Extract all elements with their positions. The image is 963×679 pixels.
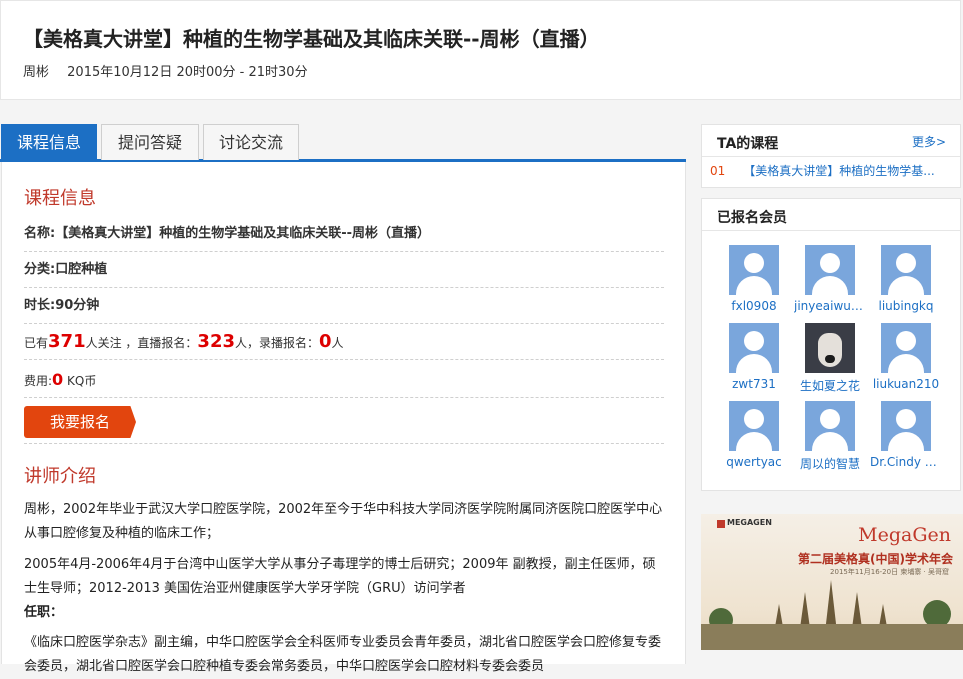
- banner-logo: MEGAGEN: [727, 518, 772, 527]
- teacher-intro-para-2: 2005年4月-2006年4月于台湾中山医学大学从事分子毒理学的博士后研究；20…: [24, 557, 656, 596]
- member-item[interactable]: 生如夏之花: [794, 323, 866, 394]
- member-item[interactable]: Dr.Cindy w...: [870, 401, 942, 469]
- registered-members-box: 已报名会员 fxl0908 jinyeaiwuh... liubingkq zw…: [701, 198, 961, 491]
- avatar: [881, 245, 931, 295]
- more-courses-link[interactable]: 更多>: [912, 133, 946, 150]
- member-item[interactable]: jinyeaiwuh...: [794, 245, 866, 313]
- recorded-suffix: 人: [331, 336, 344, 350]
- avatar: [729, 401, 779, 451]
- avatar: [881, 401, 931, 451]
- member-item[interactable]: liubingkq: [870, 245, 942, 313]
- member-item[interactable]: qwertyac: [718, 401, 790, 469]
- course-name-value: 【美格真大讲堂】种植的生物学基础及其临床关联--周彬（直播）: [55, 226, 430, 241]
- member-item[interactable]: fxl0908: [718, 245, 790, 313]
- course-name-label: 名称:: [24, 226, 56, 241]
- avatar: [805, 245, 855, 295]
- teacher-name: 周彬: [23, 65, 50, 80]
- member-name: jinyeaiwuh...: [794, 299, 866, 313]
- ta-courses-title: TA的课程: [717, 136, 779, 152]
- course-item-number: 01: [710, 164, 726, 178]
- avatar: [881, 323, 931, 373]
- category-label: 分类:: [24, 262, 56, 277]
- member-name: liubingkq: [878, 299, 934, 313]
- banner-title: 第二届美格真(中国)学术年会: [798, 552, 953, 566]
- duration-label: 时长:: [24, 298, 56, 313]
- section-divider: [24, 443, 664, 444]
- course-datetime: 2015年10月12日 20时00分 - 21时30分: [67, 65, 308, 80]
- member-name: zwt731: [732, 377, 776, 391]
- course-info-heading: 课程信息: [24, 188, 96, 209]
- tab-course-info[interactable]: 课程信息: [1, 124, 97, 160]
- duration-value: 90分钟: [55, 298, 100, 313]
- tab-qa[interactable]: 提问答疑: [101, 124, 199, 160]
- course-meta: 周彬 2015年10月12日 20时00分 - 21时30分: [23, 61, 322, 80]
- course-name-row: 名称:【美格真大讲堂】种植的生物学基础及其临床关联--周彬（直播）: [24, 216, 664, 252]
- course-fee-row: 费用:0 KQ币: [24, 362, 664, 398]
- teacher-intro-heading: 讲师介绍: [24, 466, 96, 487]
- course-header: 【美格真大讲堂】种植的生物学基础及其临床关联--周彬（直播） 周彬 2015年1…: [0, 0, 961, 100]
- avatar: [805, 323, 855, 373]
- fee-label: 费用:: [24, 374, 53, 388]
- fee-value: 0: [52, 370, 64, 389]
- category-value: 口腔种植: [55, 262, 108, 277]
- course-item-title: 【美格真大讲堂】种植的生物学基...: [743, 164, 935, 178]
- member-name: 生如夏之花: [799, 379, 860, 393]
- followers-suffix: 人关注 ，直播报名：: [85, 336, 198, 350]
- avatar: [729, 323, 779, 373]
- avatar: [805, 401, 855, 451]
- ta-courses-box: TA的课程 更多> 01 【美格真大讲堂】种植的生物学基...: [701, 124, 961, 188]
- ta-course-item[interactable]: 01 【美格真大讲堂】种植的生物学基...: [710, 162, 935, 179]
- member-name: fxl0908: [731, 299, 777, 313]
- member-name: liukuan210: [872, 377, 940, 391]
- tab-discussion[interactable]: 讨论交流: [203, 124, 299, 160]
- followers-count: 371: [48, 331, 86, 352]
- teacher-position-label: 任职：: [24, 605, 64, 620]
- member-name: 周以的智慧: [799, 457, 860, 471]
- main-content: 课程信息 提问答疑 讨论交流 课程信息 名称:【美格真大讲堂】种植的生物学基础及…: [0, 124, 686, 674]
- tab-bar: 课程信息 提问答疑 讨论交流: [0, 124, 686, 162]
- member-item[interactable]: liukuan210: [870, 323, 942, 391]
- member-name: Dr.Cindy w...: [870, 455, 942, 469]
- teacher-intro-para-1: 周彬，2002年毕业于武汉大学口腔医学院，2002年至今于华中科技大学同济医学院…: [24, 502, 663, 541]
- recorded-signups-count: 0: [319, 331, 332, 352]
- member-item[interactable]: zwt731: [718, 323, 790, 391]
- live-signups-count: 323: [197, 331, 235, 352]
- box-divider: [702, 230, 960, 231]
- banner-ground: [701, 624, 963, 650]
- banner-brand: MegaGen: [858, 524, 951, 546]
- megagen-logo-icon: [717, 520, 725, 528]
- course-category-row: 分类:口腔种植: [24, 252, 664, 288]
- megagen-banner[interactable]: MEGAGEN MegaGen 第二届美格真(中国)学术年会 2015年11月1…: [701, 514, 963, 650]
- course-duration-row: 时长:90分钟: [24, 288, 664, 324]
- avatar: [729, 245, 779, 295]
- fee-unit: KQ币: [67, 374, 97, 388]
- course-info-panel: 课程信息 名称:【美格真大讲堂】种植的生物学基础及其临床关联--周彬（直播） 分…: [1, 162, 686, 674]
- member-item[interactable]: 周以的智慧: [794, 401, 866, 472]
- teacher-intro-para-4: 《临床口腔医学杂志》副主编，中华口腔医学会全科医师专业委员会青年委员，湖北省口腔…: [24, 635, 662, 674]
- page-title: 【美格真大讲堂】种植的生物学基础及其临床关联--周彬（直播）: [23, 27, 600, 51]
- members-title: 已报名会员: [717, 210, 787, 226]
- live-suffix: 人，录播报名：: [235, 336, 320, 350]
- stats-prefix: 已有: [24, 336, 49, 350]
- course-stats-row: 已有371人关注 ，直播报名：323人，录播报名：0人: [24, 324, 664, 360]
- member-name: qwertyac: [726, 455, 782, 469]
- signup-button[interactable]: 我要报名: [24, 406, 136, 438]
- box-divider: [702, 156, 960, 157]
